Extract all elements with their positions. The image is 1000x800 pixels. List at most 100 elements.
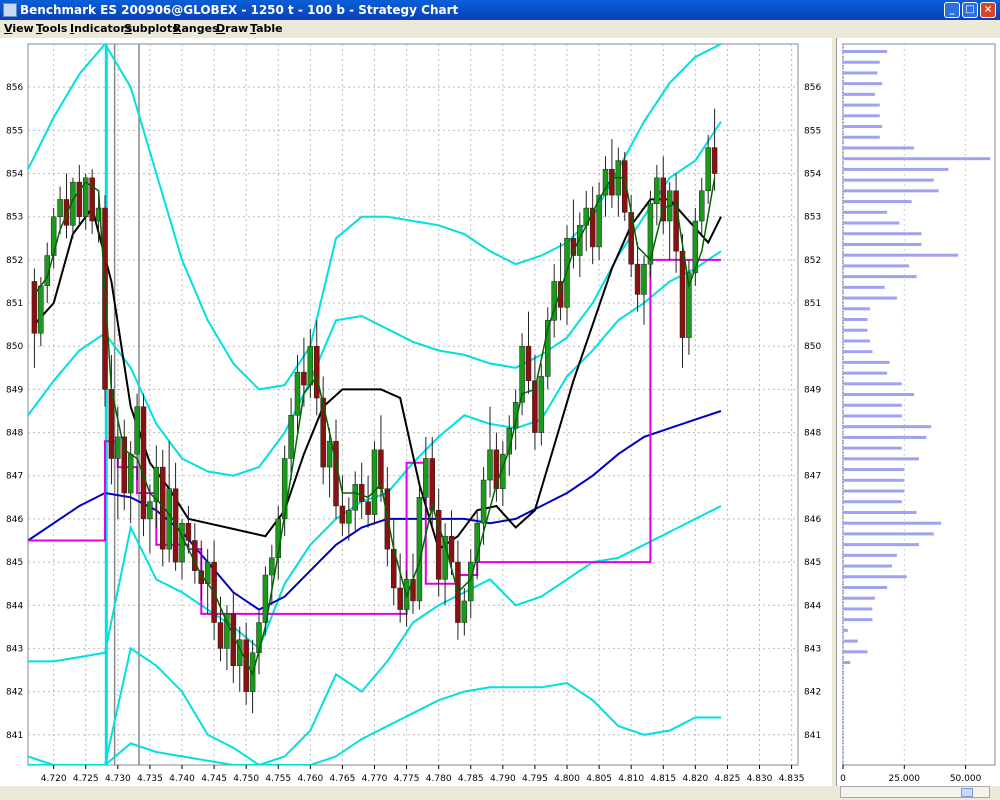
menu-indicators[interactable]: Indicators: [70, 22, 132, 35]
candle-body: [429, 458, 435, 511]
x-tick-label: 4.810: [618, 774, 644, 784]
candle-body: [371, 449, 378, 515]
candle-body: [147, 501, 153, 520]
volume-bar: [843, 350, 873, 354]
menu-bar: View Tools Indicators Subplots Ranges Dr…: [0, 20, 1000, 38]
candle-body: [326, 440, 333, 468]
menu-tools[interactable]: Tools: [36, 22, 67, 35]
candle-body: [57, 199, 63, 217]
x-tick-label: 4.765: [330, 774, 356, 784]
x-tick-label: 4.725: [73, 774, 99, 784]
y-tick-label-left: 855: [6, 126, 23, 136]
price-chart[interactable]: 856 856 855 855 854 854 853 853 852 852 851 851 850 8…: [0, 38, 832, 786]
candle-body: [423, 458, 429, 498]
volume-profile-chart[interactable]: 0 25.000 50.000: [837, 38, 1000, 786]
volume-bar: [843, 103, 880, 107]
candle-body: [654, 177, 660, 204]
x-tick-label: 4.770: [362, 774, 388, 784]
candle-body: [525, 345, 532, 382]
y-tick-label-right: 842: [804, 688, 821, 698]
candle-body: [217, 622, 224, 649]
candle-body: [673, 190, 679, 252]
scroll-track[interactable]: [840, 786, 990, 798]
minimize-button[interactable]: _: [944, 2, 960, 18]
volume-bar: [843, 586, 888, 589]
menu-ranges[interactable]: Ranges: [173, 22, 219, 35]
volume-bar: [843, 264, 910, 268]
candle-body: [288, 415, 294, 459]
menu-table[interactable]: Table: [250, 22, 283, 35]
y-tick-label-right: 856: [804, 83, 821, 93]
volume-bar: [843, 425, 932, 429]
candle-body: [538, 376, 545, 433]
x-tick-label: 4.815: [650, 774, 676, 784]
horizontal-scrollbar[interactable]: [0, 786, 1000, 800]
candle-body: [352, 484, 358, 511]
menu-view[interactable]: View: [4, 22, 34, 35]
profile-tick-label: 50.000: [950, 774, 982, 784]
candle-body: [89, 177, 95, 222]
candle-body: [185, 522, 192, 541]
x-tick-label: 4.835: [779, 774, 805, 784]
candle-body: [461, 600, 468, 623]
candle-body: [397, 587, 403, 610]
volume-bar: [843, 200, 912, 204]
volume-bar: [843, 639, 858, 643]
volume-bar: [843, 393, 915, 397]
volume-bar: [843, 564, 893, 568]
x-tick-label: 4.800: [554, 774, 580, 784]
volume-bar: [843, 618, 873, 622]
close-button[interactable]: ×: [980, 2, 996, 18]
y-tick-label-left: 853: [6, 213, 23, 223]
scroll-thumb[interactable]: [961, 788, 973, 797]
y-tick-label-right: 853: [804, 213, 821, 223]
y-tick-label-right: 849: [804, 385, 821, 395]
volume-bar: [843, 360, 890, 364]
volume-bar: [843, 607, 873, 611]
volume-bar: [843, 553, 897, 557]
volume-bar: [843, 178, 934, 182]
y-tick-label-left: 856: [6, 83, 23, 93]
y-tick-label-right: 848: [804, 429, 821, 439]
volume-bar: [843, 60, 880, 64]
volume-bar: [843, 435, 927, 439]
price-chart-panel[interactable]: 856 856 855 855 854 854 853 853 852 852 851 851 850 8…: [0, 38, 832, 800]
y-tick-label-left: 841: [6, 731, 23, 741]
menu-subplots[interactable]: Subplots: [124, 22, 179, 35]
volume-bar: [843, 307, 870, 311]
candle-body: [153, 466, 160, 502]
maximize-button[interactable]: □: [962, 2, 978, 18]
y-tick-label-left: 845: [6, 558, 23, 568]
volume-profile-panel[interactable]: 0 25.000 50.000: [836, 38, 1000, 800]
volume-bar: [843, 146, 915, 150]
app-icon: [3, 3, 17, 17]
candle-body: [179, 522, 185, 563]
y-tick-label-left: 847: [6, 472, 23, 482]
y-tick-label-right: 843: [804, 644, 821, 654]
candle-body: [31, 281, 38, 334]
volume-bar: [843, 478, 905, 482]
y-tick-label-right: 855: [804, 126, 821, 136]
candle-body: [358, 484, 365, 502]
candle-body: [346, 510, 352, 524]
menu-draw[interactable]: Draw: [216, 22, 248, 35]
x-tick-label: 4.755: [265, 774, 291, 784]
volume-bar: [843, 339, 870, 343]
volume-bar: [843, 457, 919, 461]
x-tick-label: 4.760: [297, 774, 323, 784]
volume-bar: [843, 468, 905, 472]
volume-bar: [843, 157, 991, 161]
volume-bar: [843, 275, 917, 279]
y-tick-label-right: 845: [804, 558, 821, 568]
window-title-bar[interactable]: Benchmark ES 200906@GLOBEX - 1250 t - 10…: [0, 0, 1000, 20]
x-tick-label: 4.775: [394, 774, 420, 784]
x-tick-label: 4.730: [105, 774, 131, 784]
candle-body: [115, 436, 121, 459]
window-title: Benchmark ES 200906@GLOBEX - 1250 t - 10…: [20, 3, 459, 17]
candle-body: [63, 199, 70, 226]
volume-bar: [843, 221, 900, 225]
y-tick-label-right: 851: [804, 299, 821, 309]
volume-bar: [843, 232, 922, 236]
volume-bar: [843, 285, 885, 289]
x-tick-label: 4.750: [233, 774, 259, 784]
